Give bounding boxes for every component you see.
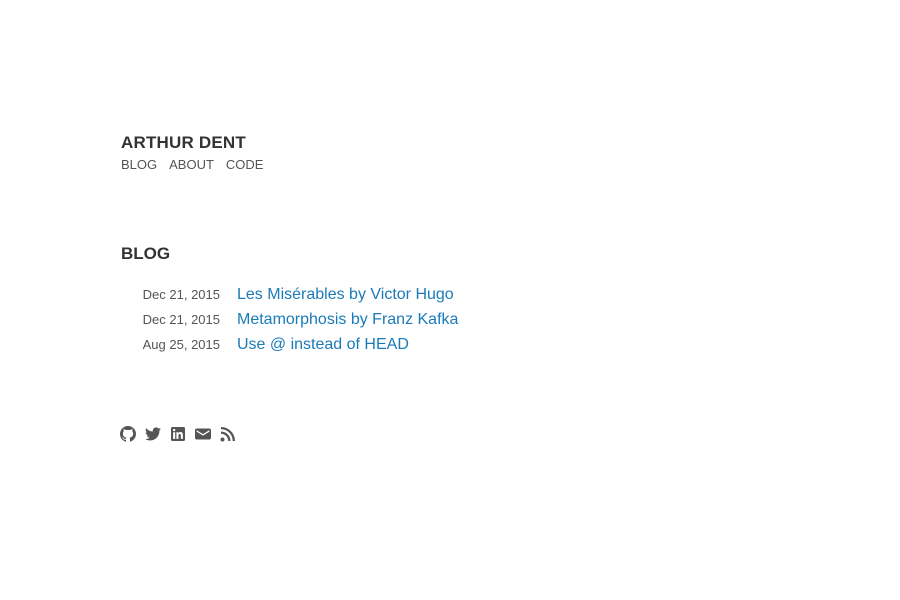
site-header: ARTHUR DENT BLOG ABOUT CODE xyxy=(121,131,263,173)
post-date: Aug 25, 2015 xyxy=(142,337,220,352)
post-date: Dec 21, 2015 xyxy=(142,287,220,302)
rss-icon xyxy=(220,427,235,442)
mail-icon xyxy=(195,428,211,440)
post-item: Dec 21, 2015 Les Misérables by Victor Hu… xyxy=(121,286,458,311)
linkedin-link[interactable] xyxy=(170,426,186,442)
blog-heading: BLOG xyxy=(121,244,171,263)
post-item: Aug 25, 2015 Use @ instead of HEAD xyxy=(121,336,458,361)
twitter-link[interactable] xyxy=(145,426,161,442)
blog-section: BLOG Dec 21, 2015 Les Misérables by Vict… xyxy=(121,243,458,361)
nav-item-code[interactable]: CODE xyxy=(226,157,264,173)
post-date: Dec 21, 2015 xyxy=(142,312,220,327)
post-list: Dec 21, 2015 Les Misérables by Victor Hu… xyxy=(121,286,459,361)
post-item: Dec 21, 2015 Metamorphosis by Franz Kafk… xyxy=(121,311,459,336)
twitter-icon xyxy=(145,427,161,441)
page: ARTHUR DENT BLOG ABOUT CODE BLOG Dec 21,… xyxy=(0,0,900,600)
github-icon xyxy=(120,426,136,442)
post-link[interactable]: Use @ instead of HEAD xyxy=(237,336,409,354)
nav-item-blog[interactable]: BLOG xyxy=(121,157,157,173)
mail-link[interactable] xyxy=(195,426,211,442)
linkedin-icon xyxy=(171,427,185,441)
rss-link[interactable] xyxy=(220,426,236,442)
social-links xyxy=(120,426,236,442)
post-link[interactable]: Les Misérables by Victor Hugo xyxy=(237,286,454,304)
site-title[interactable]: ARTHUR DENT xyxy=(121,131,263,155)
github-link[interactable] xyxy=(120,426,136,442)
main-nav: BLOG ABOUT CODE xyxy=(121,157,263,173)
post-link[interactable]: Metamorphosis by Franz Kafka xyxy=(237,311,458,329)
nav-item-about[interactable]: ABOUT xyxy=(169,157,214,173)
